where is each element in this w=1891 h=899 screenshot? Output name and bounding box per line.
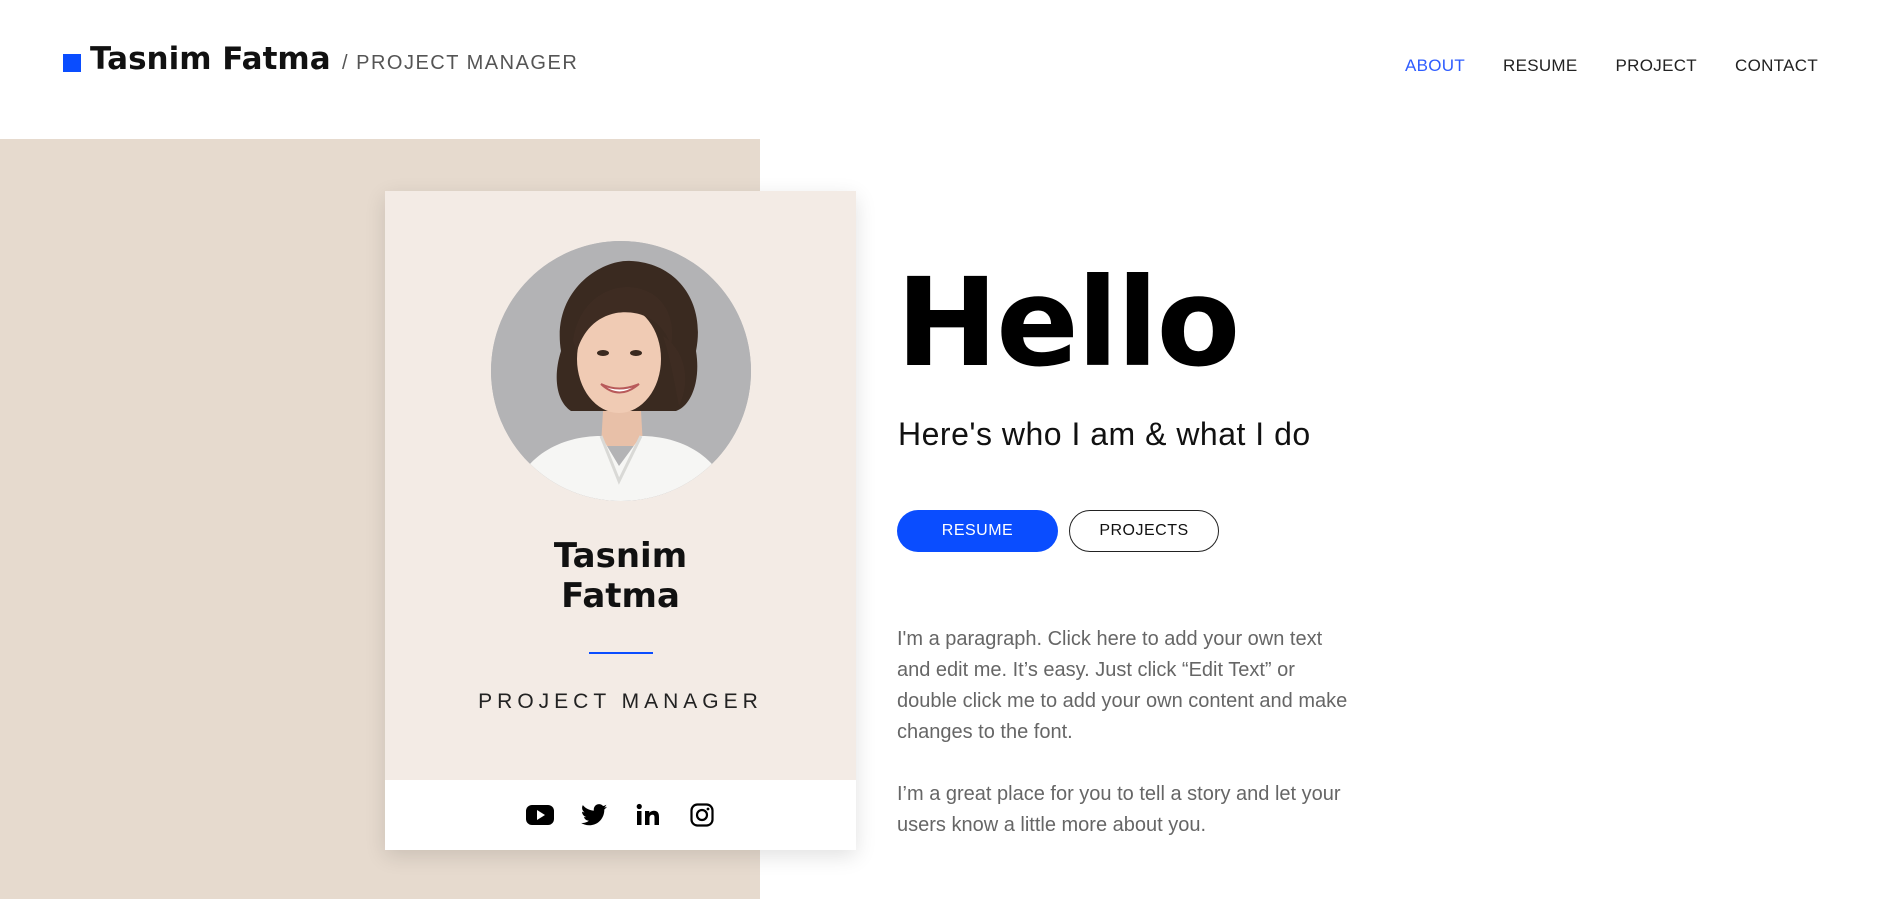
nav-item-contact[interactable]: CONTACT <box>1735 56 1818 76</box>
hero-subtitle: Here's who I am & what I do <box>898 416 1311 452</box>
card-divider <box>589 652 653 654</box>
hero-heading: Hello <box>896 252 1240 394</box>
about-paragraph-2: I’m a great place for you to tell a stor… <box>897 783 1341 836</box>
instagram-icon[interactable] <box>688 801 716 829</box>
linkedin-icon[interactable] <box>634 801 662 829</box>
profile-name-first: Tasnim <box>553 536 688 576</box>
brand-square-icon <box>63 54 81 72</box>
page: Tasnim Fatma / PROJECT MANAGER ABOUT RES… <box>0 0 1891 899</box>
avatar <box>491 241 751 501</box>
social-links <box>385 780 856 850</box>
about-paragraph-1: I'm a paragraph. Click here to add your … <box>897 628 1348 743</box>
profile-name: Tasnim Fatma <box>385 536 856 616</box>
nav-item-resume[interactable]: RESUME <box>1503 56 1578 76</box>
nav-item-project[interactable]: PROJECT <box>1616 56 1697 76</box>
nav-item-about[interactable]: ABOUT <box>1405 56 1465 76</box>
site-title[interactable]: Tasnim Fatma <box>90 41 331 77</box>
profile-title: PROJECT MANAGER <box>478 690 763 713</box>
profile-card: Tasnim Fatma PROJECT MANAGER <box>385 191 856 850</box>
youtube-icon[interactable] <box>525 801 554 829</box>
resume-button[interactable]: RESUME <box>897 510 1058 552</box>
main-nav: ABOUT RESUME PROJECT CONTACT <box>1405 56 1818 76</box>
projects-button[interactable]: PROJECTS <box>1069 510 1219 552</box>
twitter-icon[interactable] <box>580 801 608 829</box>
profile-photo <box>491 241 751 501</box>
site-tagline: / PROJECT MANAGER <box>342 52 579 74</box>
profile-name-last: Fatma <box>561 576 680 616</box>
